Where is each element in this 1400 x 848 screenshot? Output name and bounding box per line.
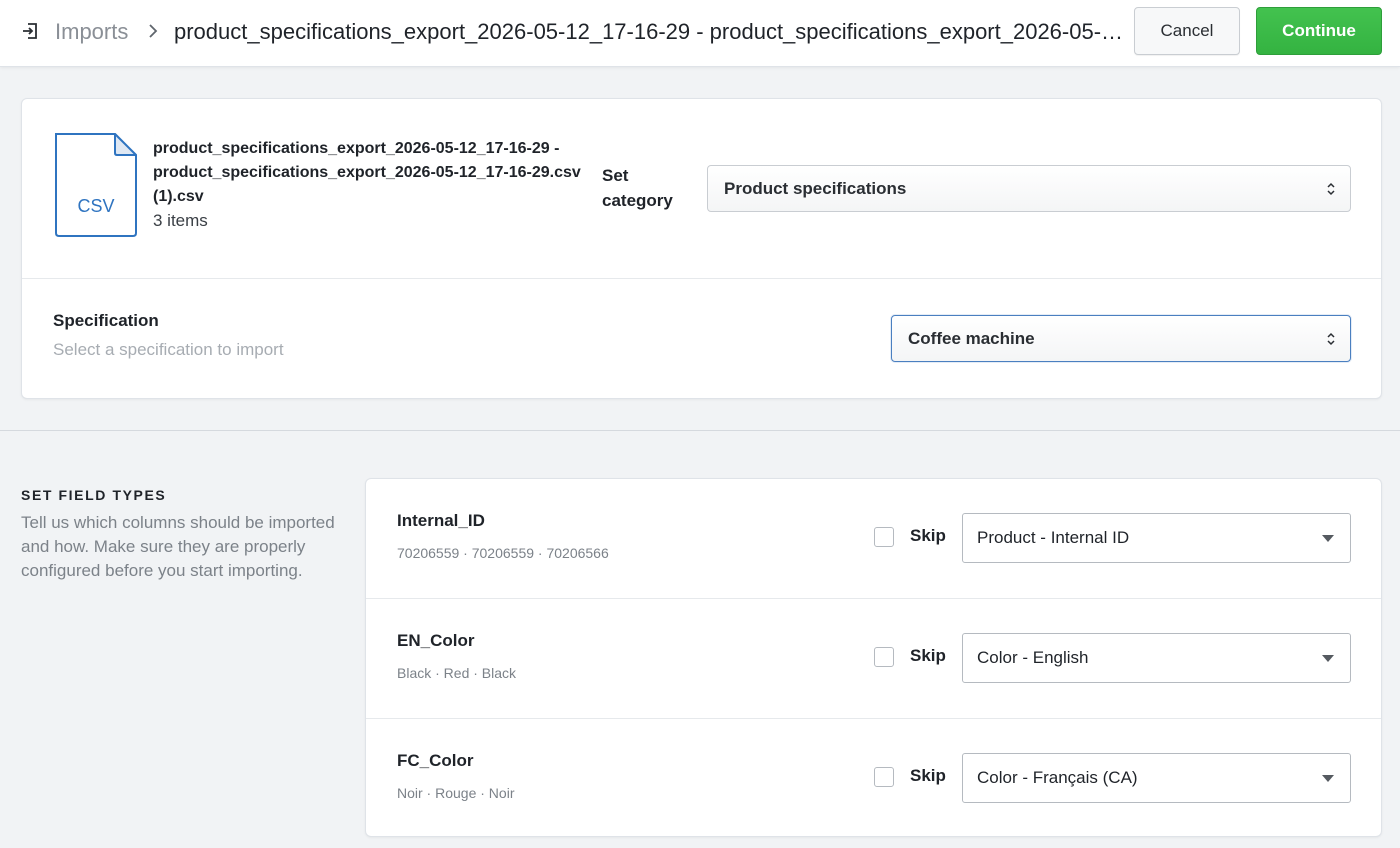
top-bar: Imports product_specifications_export_20…	[0, 0, 1400, 67]
specification-select[interactable]: Coffee machine	[891, 315, 1351, 362]
updown-arrows-icon	[1327, 182, 1335, 196]
specification-label: Specification	[53, 311, 159, 330]
field-column-name: FC_Color	[397, 751, 474, 770]
field-sample-values: Noir · Rouge · Noir	[397, 785, 515, 801]
caret-down-icon	[1322, 535, 1334, 542]
specification-select-value: Coffee machine	[908, 328, 1035, 348]
skip-checkbox[interactable]	[874, 527, 894, 547]
skip-checkbox[interactable]	[874, 767, 894, 787]
field-type-select[interactable]: Product - Internal ID	[962, 513, 1351, 563]
set-category-label: Set category	[602, 166, 673, 210]
caret-down-icon	[1322, 655, 1334, 662]
skip-label[interactable]: Skip	[910, 526, 946, 546]
field-row: EN_Color Black · Red · Black Skip Color …	[366, 598, 1381, 718]
field-types-card: Internal_ID 70206559 · 70206559 · 702065…	[365, 478, 1382, 837]
skip-label[interactable]: Skip	[910, 766, 946, 786]
continue-button[interactable]: Continue	[1256, 7, 1382, 55]
cancel-button[interactable]: Cancel	[1134, 7, 1240, 55]
import-settings-card: CSV product_specifications_export_2026-0…	[21, 98, 1382, 399]
category-select[interactable]: Product specifications	[707, 165, 1351, 212]
field-type-select[interactable]: Color - Français (CA)	[962, 753, 1351, 803]
divider	[22, 278, 1381, 279]
field-column-name: EN_Color	[397, 631, 475, 650]
csv-file-icon: CSV	[55, 133, 137, 237]
field-type-select[interactable]: Color - English	[962, 633, 1351, 683]
field-row: Internal_ID 70206559 · 70206559 · 702065…	[366, 479, 1381, 599]
field-sample-values: Black · Red · Black	[397, 665, 517, 681]
caret-down-icon	[1322, 775, 1334, 782]
skip-checkbox[interactable]	[874, 647, 894, 667]
breadcrumb-imports-link[interactable]: Imports	[55, 18, 128, 46]
field-row: FC_Color Noir · Rouge · Noir Skip Color …	[366, 718, 1381, 838]
import-icon	[23, 23, 37, 39]
field-column-name: Internal_ID	[397, 511, 485, 530]
field-types-description: Tell us which columns should be imported…	[21, 513, 335, 580]
section-divider	[0, 430, 1400, 431]
file-type-label: CSV	[77, 196, 114, 216]
field-types-heading: SET FIELD TYPES	[21, 487, 167, 503]
chevron-right-icon	[149, 24, 158, 38]
specification-hint: Select a specification to import	[53, 340, 284, 359]
field-type-select-value: Color - Français (CA)	[977, 768, 1138, 787]
page-title: product_specifications_export_2026-05-12…	[174, 19, 1126, 44]
field-type-select-value: Product - Internal ID	[977, 528, 1130, 547]
file-name: product_specifications_export_2026-05-12…	[153, 140, 581, 205]
field-sample-values: 70206559 · 70206559 · 70206566	[397, 545, 609, 561]
updown-arrows-icon	[1327, 332, 1335, 346]
skip-label[interactable]: Skip	[910, 646, 946, 666]
field-type-select-value: Color - English	[977, 648, 1089, 667]
file-item-count: 3 items	[153, 211, 208, 230]
category-select-value: Product specifications	[724, 178, 907, 198]
